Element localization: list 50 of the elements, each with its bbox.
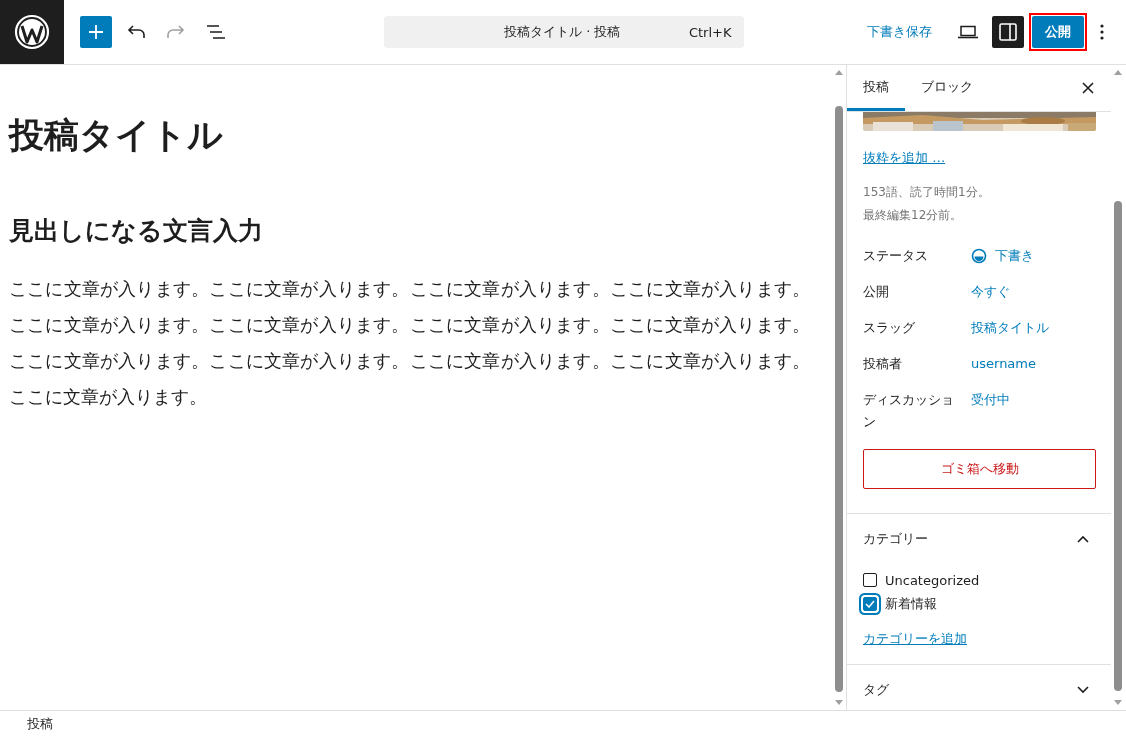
- chevron-down-icon: [1077, 686, 1089, 694]
- post-title[interactable]: 投稿タイトル: [9, 113, 810, 159]
- post-stats-text: 153語、読了時間1分。: [863, 184, 991, 201]
- check-icon: [865, 600, 875, 608]
- scroll-up-icon[interactable]: [834, 68, 844, 76]
- field-value-button[interactable]: 下書き: [971, 245, 1034, 267]
- field-value-button[interactable]: 投稿タイトル: [971, 317, 1049, 339]
- field-label: 投稿者: [863, 355, 903, 373]
- add-excerpt-link[interactable]: 抜粋を追加 …: [863, 149, 946, 167]
- scrollbar-thumb[interactable]: [1114, 201, 1122, 691]
- shortcut-hint: Ctrl+K: [688, 24, 732, 40]
- more-icon: [1100, 24, 1104, 40]
- close-icon: [1082, 82, 1094, 94]
- scroll-down-icon[interactable]: [1113, 699, 1123, 707]
- panel-header[interactable]: タグ: [847, 665, 1111, 710]
- command-bar[interactable]: 投稿タイトル · 投稿 Ctrl+K: [383, 16, 744, 48]
- chevron-up-icon: [1077, 535, 1089, 543]
- scrollbar-thumb[interactable]: [835, 106, 843, 692]
- checkbox-label[interactable]: Uncategorized: [885, 572, 980, 588]
- publish-button[interactable]: 公開: [1032, 16, 1084, 48]
- save-draft-button[interactable]: 下書き保存: [855, 16, 944, 48]
- field-value-button[interactable]: 今すぐ: [971, 281, 1010, 303]
- field-value-button[interactable]: username: [971, 353, 1036, 375]
- plus-icon: [88, 24, 104, 40]
- laptop-icon: [958, 25, 978, 39]
- sidebar-tab[interactable]: ブロック: [905, 65, 989, 111]
- list-icon: [206, 24, 226, 40]
- field-label: 公開: [863, 283, 890, 301]
- panel-header[interactable]: カテゴリー: [847, 514, 1111, 564]
- move-to-trash-button[interactable]: ゴミ箱へ移動: [863, 449, 1096, 489]
- scroll-down-icon[interactable]: [834, 699, 844, 707]
- draft-status-icon: [971, 248, 987, 264]
- add-category-link[interactable]: カテゴリーを追加: [863, 630, 967, 648]
- checkbox-label[interactable]: 新着情報: [885, 595, 937, 613]
- logo-button[interactable]: [0, 0, 64, 64]
- paragraph-block[interactable]: ここに文章が入ります。ここに文章が入ります。ここに文章が入ります。ここに文章が入ります。ここに文章が入ります。ここに文章が入ります。ここに文章が入ります。ここに文章が入ります。ここに文章が入ります。ここに文章が入ります。ここに文章が入ります。ここに文章が入ります。ここに文章が入ります。: [9, 271, 810, 415]
- post-stats-text: 最終編集12分前。: [863, 207, 964, 224]
- scroll-up-icon[interactable]: [1113, 68, 1123, 76]
- add-block-button[interactable]: [80, 16, 112, 48]
- document-title: 投稿タイトル · 投稿: [503, 23, 622, 41]
- field-label: ディスカッション: [863, 391, 955, 431]
- logo-icon: [14, 14, 50, 50]
- sidebar-icon: [999, 23, 1017, 41]
- breadcrumb[interactable]: 投稿: [27, 714, 53, 733]
- field-label: ステータス: [863, 247, 929, 265]
- checkbox[interactable]: [863, 573, 877, 587]
- field-value-button[interactable]: 受付中: [971, 389, 1010, 411]
- field-label: スラッグ: [863, 319, 916, 337]
- sidebar-toggle-button[interactable]: [992, 16, 1024, 48]
- heading-block[interactable]: 見出しになる文言入力: [9, 214, 810, 247]
